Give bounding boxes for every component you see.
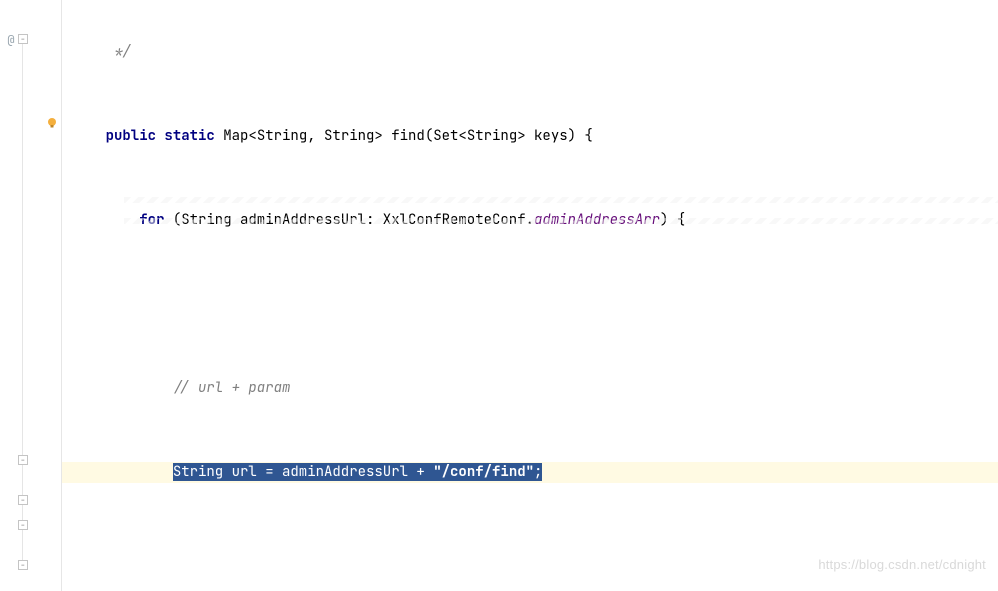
- fold-toggle-icon[interactable]: −: [18, 455, 28, 465]
- editor-gutter: @ − − − − −: [0, 0, 62, 591]
- text-selection: String url = adminAddressUrl + "/conf/fi…: [173, 463, 543, 481]
- caret-line: String url = adminAddressUrl + "/conf/fi…: [62, 462, 998, 483]
- fold-toggle-icon[interactable]: −: [18, 520, 28, 530]
- fold-toggle-icon[interactable]: −: [18, 560, 28, 570]
- method-signature: public static Map<String, String> find(S…: [62, 126, 998, 147]
- comment: // url + param: [72, 379, 290, 397]
- fold-toggle-icon[interactable]: −: [18, 495, 28, 505]
- comment: */: [72, 43, 131, 61]
- fold-toggle-icon[interactable]: −: [18, 34, 28, 44]
- code-editor[interactable]: */ public static Map<String, String> fin…: [62, 0, 998, 591]
- watermark-text: https://blog.csdn.net/cdnight: [818, 554, 986, 575]
- intention-bulb-icon[interactable]: [46, 117, 58, 129]
